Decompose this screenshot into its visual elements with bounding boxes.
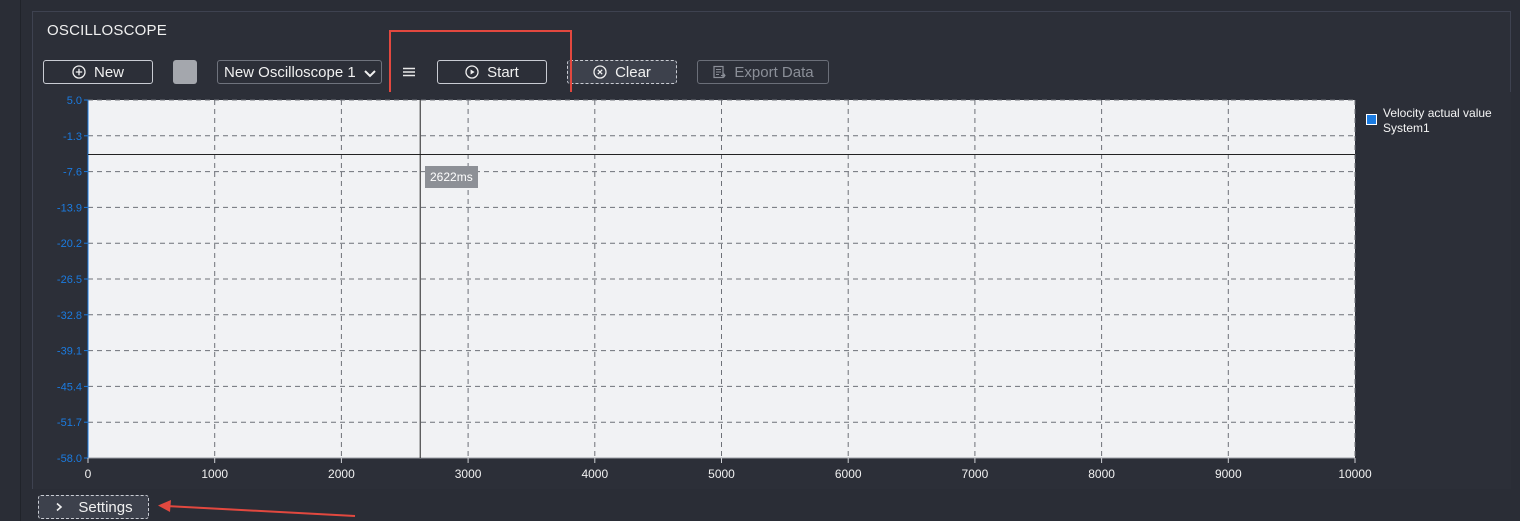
- x-tick-label: 6000: [835, 467, 862, 481]
- x-circle-icon: [593, 65, 607, 79]
- settings-button-label: Settings: [78, 498, 133, 516]
- oscilloscope-select-value: New Oscilloscope 1: [224, 63, 356, 81]
- cursor-time-label: 2622ms: [425, 166, 478, 188]
- x-tick-label: 8000: [1088, 467, 1115, 481]
- y-tick-label: -1.3: [63, 131, 82, 143]
- legend-swatch[interactable]: [1366, 114, 1377, 125]
- y-tick-label: -13.9: [57, 202, 82, 214]
- oscilloscope-select[interactable]: New Oscilloscope 1: [217, 60, 382, 84]
- plus-circle-icon: [72, 65, 86, 79]
- legend-series-name: Velocity actual value System1: [1383, 106, 1492, 136]
- y-tick-label: -51.7: [57, 417, 82, 429]
- clear-button[interactable]: Clear: [567, 60, 677, 84]
- left-sidebar-edge: [0, 0, 21, 521]
- y-tick-label: -20.2: [57, 238, 82, 250]
- settings-button[interactable]: Settings: [38, 495, 149, 519]
- x-tick-label: 7000: [962, 467, 989, 481]
- x-tick-label: 10000: [1338, 467, 1372, 481]
- chart-legend: Velocity actual value System1: [1366, 106, 1492, 136]
- export-data-button-label: Export Data: [734, 63, 814, 81]
- x-tick-label: 4000: [581, 467, 608, 481]
- y-tick-label: -39.1: [57, 346, 82, 358]
- chevron-right-icon: [56, 502, 63, 512]
- x-tick-label: 5000: [708, 467, 735, 481]
- y-tick-label: 5.0: [67, 95, 82, 107]
- y-tick-label: -58.0: [57, 453, 82, 465]
- export-icon: [713, 65, 727, 79]
- y-tick-label: -32.8: [57, 310, 82, 322]
- y-tick-label: -26.5: [57, 274, 82, 286]
- export-data-button[interactable]: Export Data: [697, 60, 829, 84]
- clear-button-label: Clear: [615, 63, 651, 81]
- new-button-label: New: [93, 63, 124, 81]
- x-tick-label: 9000: [1215, 467, 1242, 481]
- panel-title: OSCILLOSCOPE: [47, 22, 167, 39]
- new-button[interactable]: New: [43, 60, 153, 84]
- x-tick-label: 0: [85, 467, 92, 481]
- legend-line-2: System1: [1383, 121, 1430, 135]
- y-tick-label: -45.4: [57, 381, 82, 393]
- x-tick-label: 3000: [455, 467, 482, 481]
- chart-area: 5.0 -1.3 -7.6 -13.9 -20.2 -26.5 -32.8 -39.1 -45.…: [33, 92, 1511, 489]
- chevron-down-icon: [364, 70, 376, 78]
- x-tick-label: 1000: [201, 467, 228, 481]
- x-tick-label: 2000: [328, 467, 355, 481]
- oscilloscope-chart[interactable]: 5.0 -1.3 -7.6 -13.9 -20.2 -26.5 -32.8 -39.1 -45.…: [33, 92, 1511, 489]
- y-tick-label: -7.6: [63, 167, 82, 179]
- legend-line-1: Velocity actual value: [1383, 106, 1492, 120]
- color-swatch[interactable]: [173, 60, 197, 84]
